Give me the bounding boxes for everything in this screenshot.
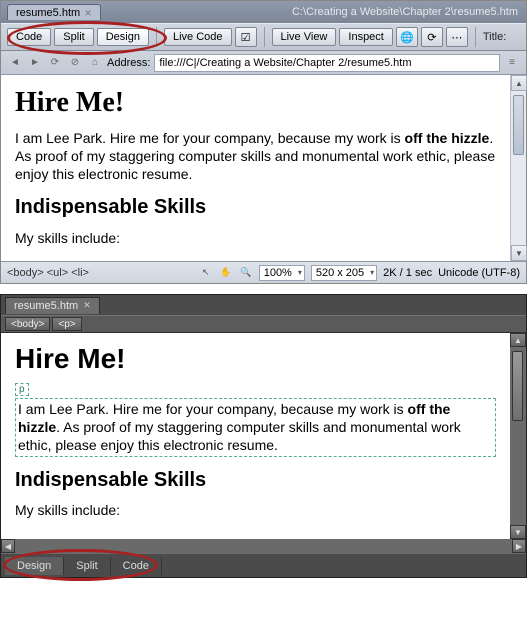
check-icon[interactable]: ☑ bbox=[235, 27, 257, 47]
horizontal-scrollbar[interactable]: ◀ ▶ bbox=[1, 539, 526, 553]
pointer-icon[interactable]: ↖ bbox=[199, 266, 213, 280]
heading-2: Indispensable Skills bbox=[15, 469, 496, 492]
dreamweaver-window: resume5.htm ✕ C:\Creating a Website\Chap… bbox=[0, 0, 527, 284]
separator bbox=[475, 27, 476, 47]
close-icon[interactable]: ✕ bbox=[83, 300, 91, 311]
zoom-dropdown[interactable]: 100% bbox=[259, 265, 305, 281]
bottom-view-bar: Design Split Code bbox=[1, 553, 526, 577]
tag-body[interactable]: <body> bbox=[5, 317, 50, 331]
scroll-up-icon[interactable]: ▲ bbox=[511, 75, 527, 91]
home-icon[interactable]: ⌂ bbox=[87, 55, 103, 71]
dimensions-dropdown[interactable]: 520 x 205 bbox=[311, 265, 377, 281]
separator bbox=[156, 27, 157, 47]
view-toolbar: Code Split Design Live Code ☑ Live View … bbox=[1, 23, 526, 51]
check-icon-glyph: ☑ bbox=[241, 31, 251, 44]
document-container: Hire Me! I am Lee Park. Hire me for your… bbox=[1, 75, 526, 261]
settings-icon-glyph: ⋯ bbox=[451, 31, 462, 44]
scroll-thumb[interactable] bbox=[512, 351, 523, 421]
dimensions-value: 520 x 205 bbox=[316, 267, 364, 279]
document-view[interactable]: Hire Me! p I am Lee Park. Hire me for yo… bbox=[1, 333, 510, 539]
globe-icon-glyph: 🌐 bbox=[400, 31, 414, 44]
title-label: Title: bbox=[483, 31, 506, 43]
inspect-button[interactable]: Inspect bbox=[339, 28, 392, 46]
size-time: 2K / 1 sec bbox=[383, 267, 432, 279]
live-view-button[interactable]: Live View bbox=[272, 28, 337, 46]
encoding: Unicode (UTF-8) bbox=[438, 267, 520, 279]
refresh-icon[interactable]: ⟳ bbox=[421, 27, 443, 47]
dark-editor-window: resume5.htm ✕ <body> <p> Hire Me! p I am… bbox=[0, 294, 527, 578]
document-container: Hire Me! p I am Lee Park. Hire me for yo… bbox=[1, 333, 526, 539]
paragraph-bold: off the hizzle bbox=[405, 130, 490, 146]
scroll-thumb[interactable] bbox=[513, 95, 524, 155]
paragraph-text-a: I am Lee Park. Hire me for your company,… bbox=[15, 130, 405, 146]
close-icon[interactable]: ✕ bbox=[84, 8, 92, 19]
document-tabbar: resume5.htm ✕ C:\Creating a Website\Chap… bbox=[1, 1, 526, 23]
scroll-left-icon[interactable]: ◀ bbox=[1, 539, 15, 553]
document-tabbar: resume5.htm ✕ bbox=[1, 295, 526, 315]
address-input[interactable] bbox=[154, 54, 500, 72]
design-view-button[interactable]: Design bbox=[97, 28, 149, 46]
element-marker-p[interactable]: p bbox=[15, 383, 29, 396]
zoom-value: 100% bbox=[264, 267, 292, 279]
paragraph-text-c: . As proof of my staggering computer ski… bbox=[18, 419, 461, 453]
code-view-button[interactable]: Code bbox=[111, 557, 162, 575]
document-path: C:\Creating a Website\Chapter 2\resume5.… bbox=[292, 6, 526, 18]
tag-p[interactable]: <p> bbox=[52, 317, 81, 331]
document-view[interactable]: Hire Me! I am Lee Park. Hire me for your… bbox=[1, 75, 526, 261]
intro-paragraph: I am Lee Park. Hire me for your company,… bbox=[15, 398, 496, 457]
scroll-down-icon[interactable]: ▼ bbox=[511, 245, 527, 261]
hand-icon[interactable]: ✋ bbox=[219, 266, 233, 280]
heading-1: Hire Me! bbox=[15, 87, 512, 119]
status-bar: <body> <ul> <li> ↖ ✋ 🔍 100% 520 x 205 2K… bbox=[1, 261, 526, 283]
document-tab[interactable]: resume5.htm ✕ bbox=[5, 297, 100, 314]
live-code-button[interactable]: Live Code bbox=[164, 28, 232, 46]
separator bbox=[264, 27, 265, 47]
heading-1: Hire Me! bbox=[15, 343, 496, 375]
intro-paragraph: I am Lee Park. Hire me for your company,… bbox=[15, 129, 512, 184]
tab-label: resume5.htm bbox=[16, 7, 80, 19]
skills-intro: My skills include: bbox=[15, 502, 496, 518]
vertical-scrollbar[interactable]: ▲ ▼ bbox=[510, 333, 526, 539]
split-view-button[interactable]: Split bbox=[64, 557, 110, 575]
gap bbox=[0, 284, 527, 294]
scroll-down-icon[interactable]: ▼ bbox=[510, 525, 526, 539]
tab-label: resume5.htm bbox=[14, 300, 78, 312]
tag-path-bar: <body> <p> bbox=[1, 315, 526, 333]
back-icon[interactable]: ◄ bbox=[7, 55, 23, 71]
scroll-right-icon[interactable]: ▶ bbox=[512, 539, 526, 553]
status-right: ↖ ✋ 🔍 100% 520 x 205 2K / 1 sec Unicode … bbox=[199, 265, 520, 281]
refresh-icon[interactable]: ⟳ bbox=[47, 55, 63, 71]
design-view-button[interactable]: Design bbox=[5, 557, 64, 575]
globe-icon[interactable]: 🌐 bbox=[396, 27, 418, 47]
tag-selector[interactable]: <body> <ul> <li> bbox=[7, 267, 89, 279]
address-bar: ◄ ► ⟳ ⊘ ⌂ Address: ≡ bbox=[1, 51, 526, 75]
scroll-up-icon[interactable]: ▲ bbox=[510, 333, 526, 347]
address-label: Address: bbox=[107, 57, 150, 69]
heading-2: Indispensable Skills bbox=[15, 196, 512, 219]
skills-intro: My skills include: bbox=[15, 229, 512, 247]
code-view-button[interactable]: Code bbox=[7, 28, 51, 46]
menu-icon[interactable]: ≡ bbox=[504, 55, 520, 71]
paragraph-text-a: I am Lee Park. Hire me for your company,… bbox=[18, 401, 408, 417]
refresh-icon-glyph: ⟳ bbox=[427, 31, 436, 44]
stop-icon[interactable]: ⊘ bbox=[67, 55, 83, 71]
zoom-icon[interactable]: 🔍 bbox=[239, 266, 253, 280]
settings-icon[interactable]: ⋯ bbox=[446, 27, 468, 47]
split-view-button[interactable]: Split bbox=[54, 28, 93, 46]
vertical-scrollbar[interactable]: ▲ ▼ bbox=[510, 75, 526, 261]
forward-icon[interactable]: ► bbox=[27, 55, 43, 71]
document-tab[interactable]: resume5.htm ✕ bbox=[7, 4, 101, 20]
